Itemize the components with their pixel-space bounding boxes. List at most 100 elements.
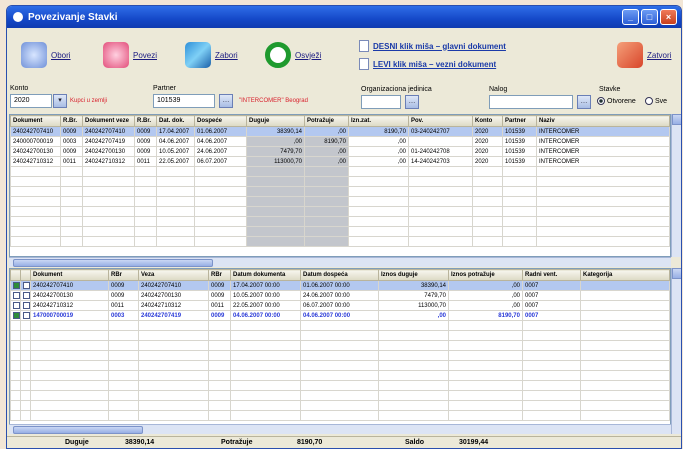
- lower-column-header[interactable]: Iznos duguje: [378, 269, 449, 281]
- row-checkbox[interactable]: [10, 290, 21, 301]
- row-checkbox[interactable]: [20, 300, 31, 311]
- lower-table-cell: 0007: [522, 300, 581, 311]
- upper-column-header[interactable]: Izn.zat.: [348, 115, 409, 127]
- upper-column-header[interactable]: Konto: [472, 115, 503, 127]
- partner-field[interactable]: 101539: [153, 94, 215, 108]
- scroll-up-arrow-icon[interactable]: [672, 114, 681, 125]
- nalog-field[interactable]: [489, 95, 573, 109]
- upper-table-row[interactable]: 240242707410 0009 240242707410 0009 17.04.20…: [10, 126, 670, 137]
- checkbox-icon[interactable]: [23, 281, 30, 289]
- upper-table-cell: 0003: [60, 136, 83, 147]
- lower-table-cell: ,00: [448, 300, 523, 311]
- checkbox-icon[interactable]: [13, 281, 20, 289]
- upper-table-cell: 0009: [60, 126, 83, 137]
- partner-label: Partner: [153, 85, 176, 92]
- konto-dropdown-button[interactable]: ▾: [53, 94, 67, 108]
- upper-column-header[interactable]: Dospeće: [194, 115, 247, 127]
- partner-lookup-button[interactable]: …: [219, 94, 233, 108]
- povezi-button[interactable]: Povezi: [103, 38, 157, 72]
- lower-table-cell: 0009: [108, 290, 139, 301]
- upper-table-cell: 04.06.2007: [194, 136, 247, 147]
- upper-column-header[interactable]: R.Br.: [134, 115, 157, 127]
- upper-table-cell: 01-240242708: [408, 146, 473, 157]
- upper-column-header[interactable]: R.Br.: [60, 115, 83, 127]
- lower-table-row[interactable]: 240242707410 0009 240242707410 0009 17.04.20…: [10, 280, 670, 291]
- refresh-icon: [265, 42, 291, 68]
- lower-table-cell: 0007: [522, 280, 581, 291]
- upper-vertical-scrollbar[interactable]: [671, 114, 681, 257]
- osvjezi-button[interactable]: Osvježi: [265, 38, 321, 72]
- lower-column-header[interactable]: Kategorija: [580, 269, 670, 281]
- linked-document-link[interactable]: LEVI klik miša – vezni dokument: [359, 58, 496, 70]
- lower-table-row[interactable]: 240242700130 0009 240242700130 0009 10.05.20…: [10, 290, 670, 301]
- org-unit-lookup-button[interactable]: …: [405, 95, 419, 109]
- checkbox-icon[interactable]: [23, 311, 30, 319]
- upper-table-row[interactable]: 240000700019 0003 240242707419 0009 04.06.20…: [10, 136, 670, 147]
- konto-field[interactable]: 2020: [10, 94, 52, 108]
- upper-table-cell: 240242707410: [82, 126, 135, 137]
- upper-table-cell: 2020: [472, 136, 503, 147]
- lower-horizontal-scrollbar[interactable]: [9, 424, 671, 434]
- row-checkbox[interactable]: [10, 310, 21, 321]
- lower-column-header[interactable]: Radni vent.: [522, 269, 581, 281]
- lower-column-header[interactable]: Veza: [138, 269, 209, 281]
- title-bar: Povezivanje Stavki _ □ ×: [7, 6, 681, 28]
- upper-table-row[interactable]: 240242700130 0009 240242700130 0009 10.05.20…: [10, 146, 670, 157]
- lower-table-cell: 38390,14: [378, 280, 449, 291]
- upper-table-row[interactable]: 240242710312 0011 240242710312 0011 22.05.20…: [10, 156, 670, 167]
- lower-table-cell: 04.06.2007 00:00: [230, 310, 301, 321]
- row-checkbox[interactable]: [20, 310, 31, 321]
- radio-sve[interactable]: Sve: [645, 97, 667, 105]
- row-checkbox[interactable]: [10, 300, 21, 311]
- close-window-button[interactable]: ×: [660, 9, 677, 25]
- upper-column-header[interactable]: Duguje: [246, 115, 305, 127]
- checkbox-icon[interactable]: [23, 301, 30, 309]
- upper-column-header[interactable]: Naziv: [536, 115, 670, 127]
- row-checkbox[interactable]: [10, 280, 21, 291]
- lower-table-cell: 7479,70: [378, 290, 449, 301]
- maximize-button[interactable]: □: [641, 9, 658, 25]
- lower-column-header[interactable]: Iznos potražuje: [448, 269, 523, 281]
- upper-horizontal-scrollbar[interactable]: [9, 257, 671, 267]
- lower-column-header[interactable]: Datum dokumenta: [230, 269, 301, 281]
- scroll-up-arrow-icon[interactable]: [672, 268, 681, 279]
- lower-table-cell: 147000700019: [30, 310, 109, 321]
- lower-table-cell: 0009: [108, 280, 139, 291]
- lower-vertical-scrollbar[interactable]: [671, 268, 681, 434]
- row-checkbox[interactable]: [20, 290, 31, 301]
- row-checkbox[interactable]: [20, 280, 31, 291]
- checkbox-icon[interactable]: [23, 291, 30, 299]
- radio-otvorene[interactable]: Otvorene: [597, 97, 636, 105]
- lower-table-cell: [580, 300, 670, 311]
- upper-column-header[interactable]: Pov.: [408, 115, 473, 127]
- lower-column-header[interactable]: RBr: [108, 269, 139, 281]
- checkbox-icon[interactable]: [13, 291, 20, 299]
- lower-table-row[interactable]: 240242710312 0011 240242710312 0011 22.05.20…: [10, 300, 670, 311]
- zatvori-button[interactable]: Zatvori: [617, 38, 671, 72]
- upper-table-cell: ,00: [304, 146, 349, 157]
- upper-table-cell: 14-240242703: [408, 156, 473, 167]
- lower-table-row[interactable]: 147000700019 0003 240242707419 0009 04.06.20…: [10, 310, 670, 321]
- upper-column-header[interactable]: Partner: [502, 115, 537, 127]
- org-unit-field[interactable]: [361, 95, 401, 109]
- upper-table-cell: INTERCOMER: [536, 146, 670, 157]
- main-document-link[interactable]: DESNI klik miša – glavni dokument: [359, 40, 506, 52]
- nalog-lookup-button[interactable]: …: [577, 95, 591, 109]
- lower-column-header[interactable]: Datum dospeća: [300, 269, 379, 281]
- obori-button[interactable]: Obori: [21, 38, 71, 72]
- lower-select-header: [10, 269, 21, 281]
- minimize-button[interactable]: _: [622, 9, 639, 25]
- upper-empty-row: [10, 216, 670, 227]
- checkbox-icon[interactable]: [13, 311, 20, 319]
- upper-column-header[interactable]: Dokument veze: [82, 115, 135, 127]
- upper-column-header[interactable]: Dokument: [10, 115, 61, 127]
- lower-column-header[interactable]: RBr: [208, 269, 231, 281]
- lower-column-header[interactable]: Dokument: [30, 269, 109, 281]
- upper-empty-row: [10, 206, 670, 217]
- upper-column-header[interactable]: Dat. dok.: [156, 115, 195, 127]
- checkbox-icon[interactable]: [13, 301, 20, 309]
- upper-column-header[interactable]: Potražuje: [304, 115, 349, 127]
- lower-table-cell: 01.06.2007 00:00: [300, 280, 379, 291]
- upper-empty-row: [10, 196, 670, 207]
- zabori-button[interactable]: Zabori: [185, 38, 238, 72]
